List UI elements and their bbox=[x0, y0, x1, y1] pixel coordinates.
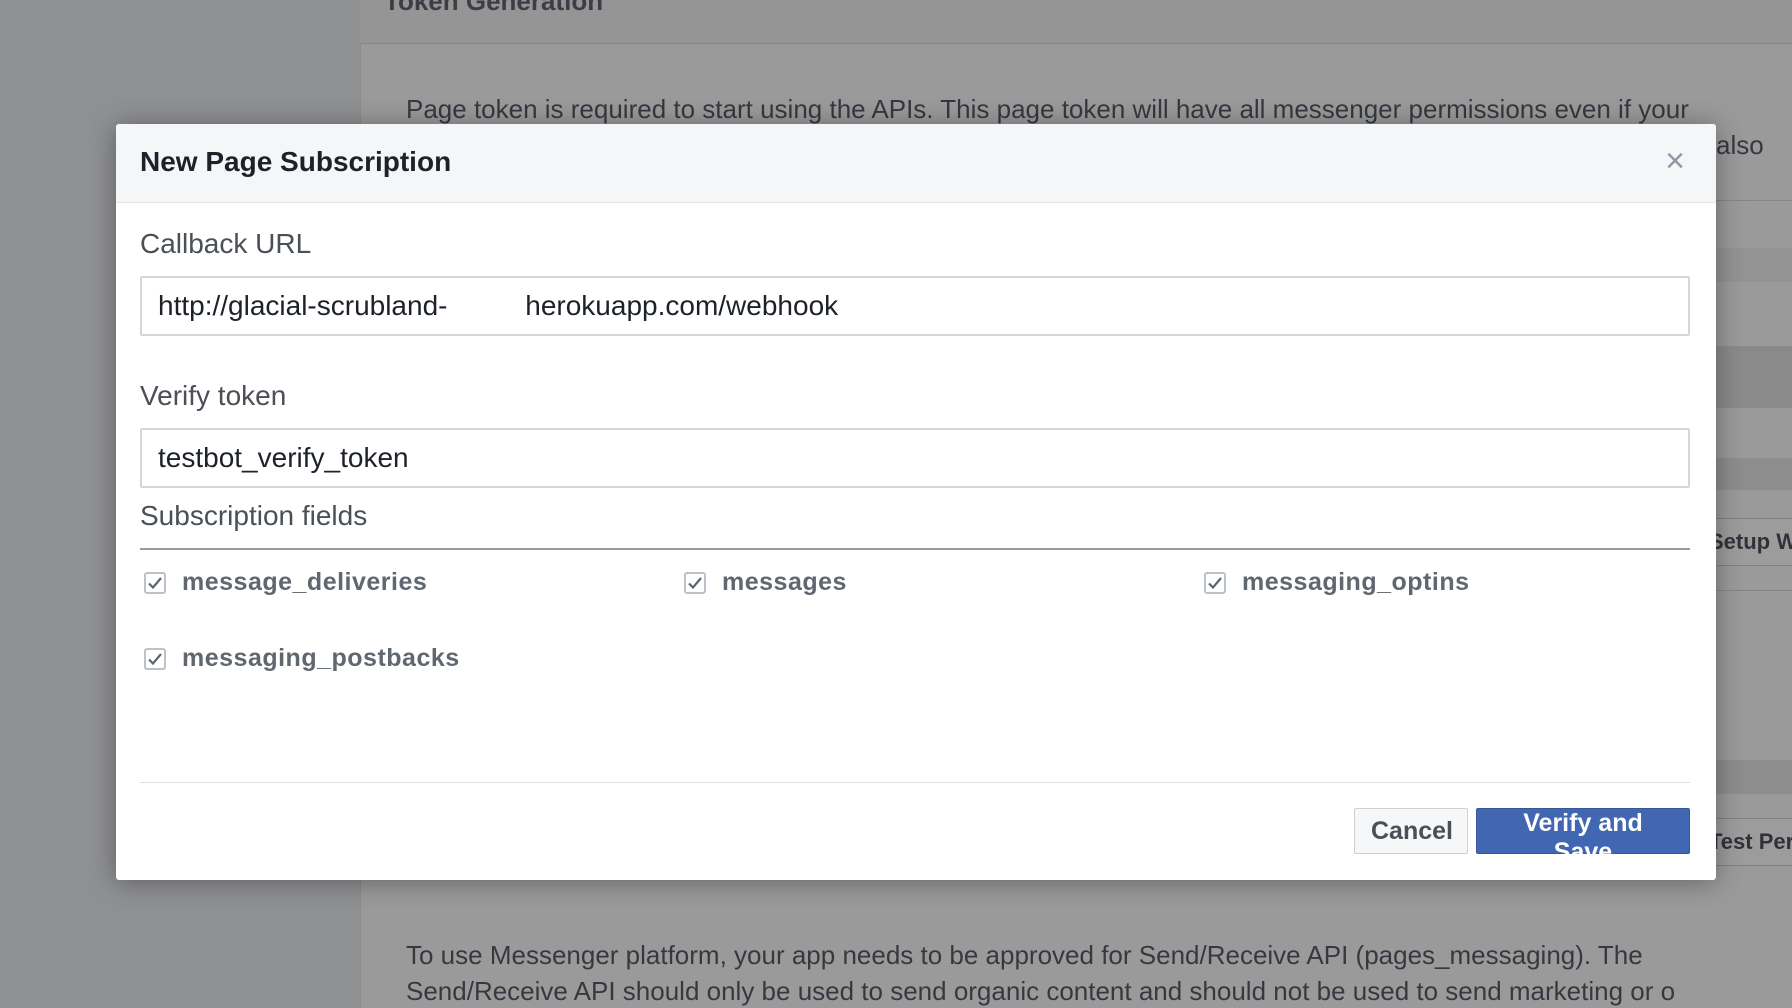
cancel-button[interactable]: Cancel bbox=[1354, 808, 1468, 854]
callback-url-label: Callback URL bbox=[140, 228, 312, 259]
background-paragraph-1-cont: also bbox=[1716, 130, 1764, 160]
callback-url-input[interactable] bbox=[140, 276, 1690, 336]
checkbox-messaging-optins[interactable]: messaging_optins bbox=[1204, 568, 1470, 597]
background-section-title: Token Generation bbox=[384, 0, 604, 16]
checkbox-messaging-postbacks[interactable]: messaging_postbacks bbox=[144, 644, 460, 673]
dialog-header: New Page Subscription × bbox=[116, 124, 1716, 203]
checkbox-message-deliveries[interactable]: message_deliveries bbox=[144, 568, 427, 597]
checkbox-checked-icon[interactable] bbox=[144, 647, 166, 670]
new-page-subscription-dialog: New Page Subscription × Callback URL Ver… bbox=[116, 124, 1716, 880]
subscription-fields-label: Subscription fields bbox=[140, 500, 368, 531]
checkbox-messages[interactable]: messages bbox=[684, 568, 847, 597]
checkbox-label: messages bbox=[722, 568, 847, 596]
verify-token-input[interactable] bbox=[140, 428, 1690, 488]
checkbox-checked-icon[interactable] bbox=[684, 571, 706, 594]
checkbox-label: message_deliveries bbox=[182, 568, 428, 596]
subscription-fields-divider bbox=[140, 548, 1690, 550]
footer-divider bbox=[140, 782, 1690, 783]
dialog-title: New Page Subscription bbox=[140, 146, 452, 177]
checkbox-checked-icon[interactable] bbox=[1204, 571, 1226, 594]
background-paragraph-2: To use Messenger platform, your app need… bbox=[406, 940, 1643, 970]
background-paragraph-1: Page token is required to start using th… bbox=[406, 94, 1689, 124]
verify-and-save-button[interactable]: Verify and Save bbox=[1476, 808, 1690, 866]
verify-token-label: Verify token bbox=[140, 380, 287, 411]
checkbox-label: messaging_postbacks bbox=[182, 644, 460, 672]
checkbox-checked-icon[interactable] bbox=[144, 571, 166, 594]
background-paragraph-2-cont: Send/Receive API should only be used to … bbox=[406, 976, 1676, 1006]
close-icon[interactable]: × bbox=[1660, 144, 1690, 178]
checkbox-label: messaging_optins bbox=[1242, 568, 1470, 596]
